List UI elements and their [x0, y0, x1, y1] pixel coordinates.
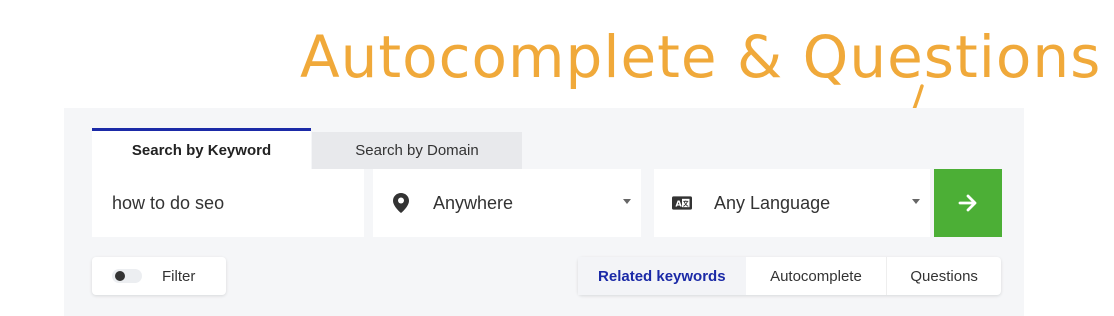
location-pin-icon — [391, 193, 411, 213]
keyword-input-value: how to do seo — [112, 192, 225, 213]
result-type-tabs: Related keywords Autocomplete Questions — [578, 257, 1001, 295]
tab-search-by-domain[interactable]: Search by Domain — [312, 132, 522, 169]
filter-toggle[interactable]: Filter — [92, 257, 226, 295]
chevron-down-icon — [623, 199, 631, 204]
filter-label: Filter — [162, 267, 196, 285]
toggle-knob — [115, 271, 125, 281]
language-select-value: Any Language — [714, 192, 831, 213]
search-go-button[interactable] — [934, 169, 1002, 237]
tab-related-keywords[interactable]: Related keywords — [578, 257, 746, 295]
toggle-switch[interactable] — [112, 269, 142, 283]
tab-search-by-keyword[interactable]: Search by Keyword — [92, 128, 311, 170]
chevron-down-icon — [912, 199, 920, 204]
location-select[interactable]: Anywhere — [373, 169, 641, 237]
arrow-right-icon — [958, 194, 977, 212]
svg-text:A: A — [675, 198, 682, 208]
tab-autocomplete[interactable]: Autocomplete — [746, 257, 888, 295]
language-select[interactable]: A Any Language — [654, 169, 930, 237]
location-select-value: Anywhere — [433, 192, 514, 213]
tab-questions[interactable]: Questions — [887, 257, 1001, 295]
translate-icon: A — [672, 193, 692, 213]
keyword-input[interactable]: how to do seo — [92, 169, 364, 237]
annotation-title: Autocomplete & Questions — [300, 23, 1102, 91]
